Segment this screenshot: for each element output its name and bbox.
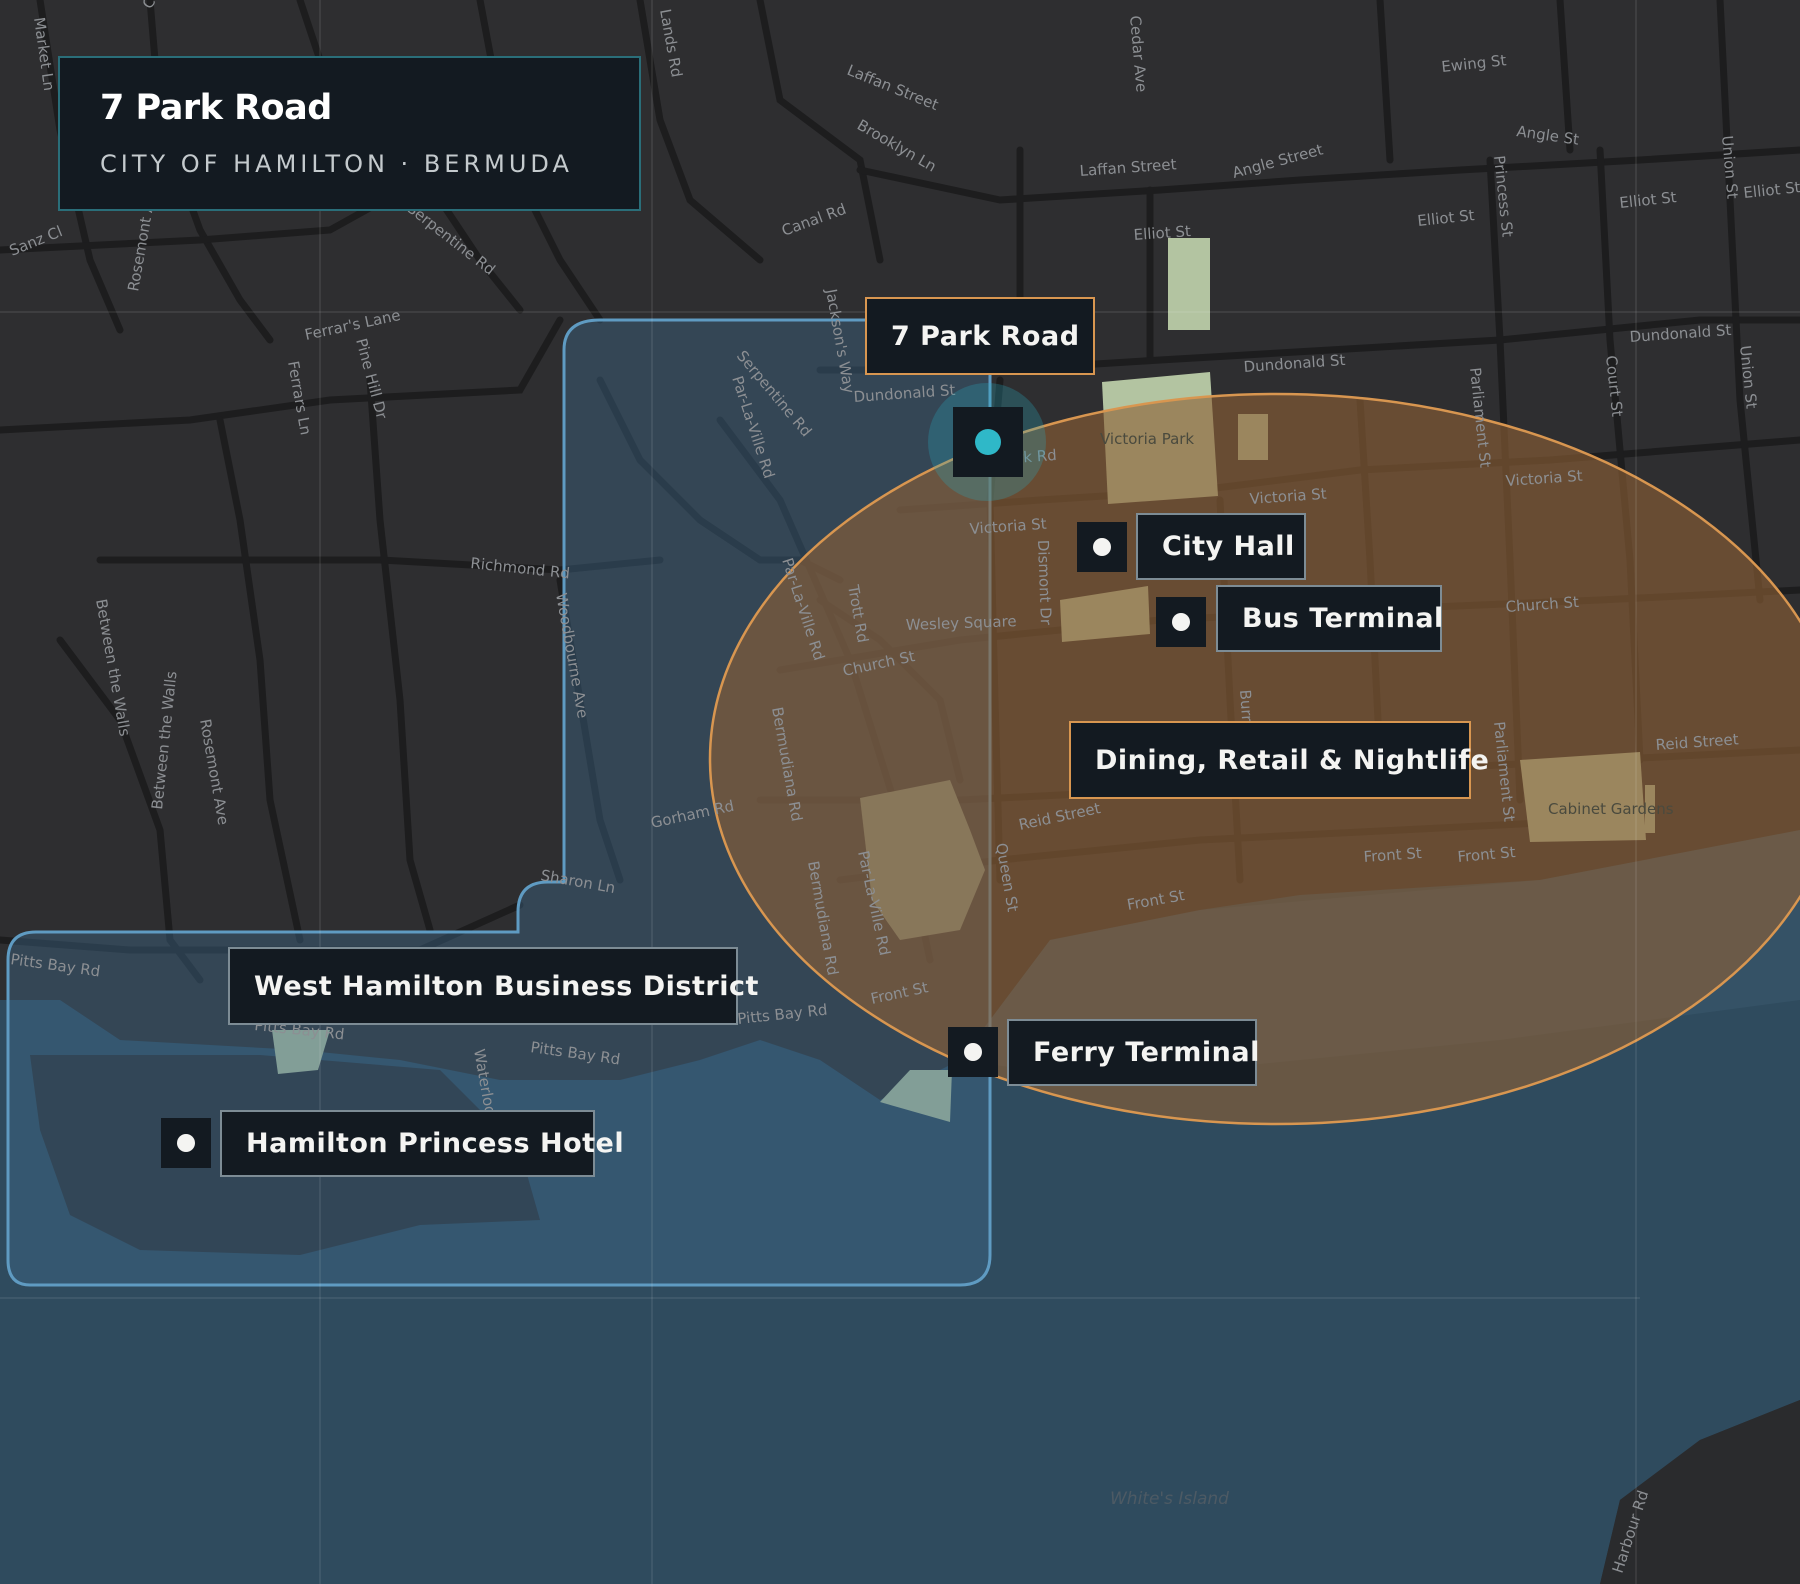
- island-label: White's Island: [1110, 1489, 1229, 1509]
- title-panel: 7 Park Road CITY OF HAMILTON · BERMUDA: [58, 56, 641, 211]
- home-marker-dot: [975, 429, 1001, 455]
- zone-label-dining[interactable]: Dining, Retail & Nightlife: [1069, 721, 1489, 799]
- street-label: Dismont Dr: [1034, 540, 1055, 627]
- zone-label-text: Dining, Retail & Nightlife: [1095, 744, 1490, 776]
- poi-hamilton-princess[interactable]: Hamilton Princess Hotel: [220, 1110, 624, 1177]
- poi-ferry-terminal[interactable]: Ferry Terminal: [1007, 1019, 1260, 1086]
- pin-dot-icon[interactable]: [948, 1027, 998, 1077]
- home-location-icon[interactable]: [928, 383, 1046, 501]
- pin-dot-icon[interactable]: [161, 1118, 211, 1168]
- park-label: Cabinet Gardens: [1548, 800, 1674, 818]
- page-subtitle: CITY OF HAMILTON · BERMUDA: [100, 150, 573, 178]
- property-label[interactable]: 7 Park Road: [865, 297, 1095, 375]
- page-title: 7 Park Road: [100, 88, 332, 128]
- zone-label-west-hamilton[interactable]: West Hamilton Business District: [228, 947, 758, 1025]
- pin-dot-icon[interactable]: [1077, 522, 1127, 572]
- poi-city-hall[interactable]: City Hall: [1136, 513, 1306, 580]
- pin-dot-icon[interactable]: [1156, 597, 1206, 647]
- poi-label: Hamilton Princess Hotel: [246, 1128, 625, 1159]
- poi-label: Bus Terminal: [1242, 603, 1444, 634]
- poi-label: Ferry Terminal: [1033, 1037, 1260, 1068]
- park-label: Victoria Park: [1100, 430, 1194, 448]
- map-canvas[interactable]: Market Ln Cedar Sanz Cl Rosemont Ave Ser…: [0, 0, 1800, 1584]
- poi-label: City Hall: [1162, 531, 1295, 562]
- poi-bus-terminal[interactable]: Bus Terminal: [1216, 585, 1444, 652]
- property-label-text: 7 Park Road: [891, 320, 1080, 352]
- zone-label-text: West Hamilton Business District: [254, 970, 759, 1002]
